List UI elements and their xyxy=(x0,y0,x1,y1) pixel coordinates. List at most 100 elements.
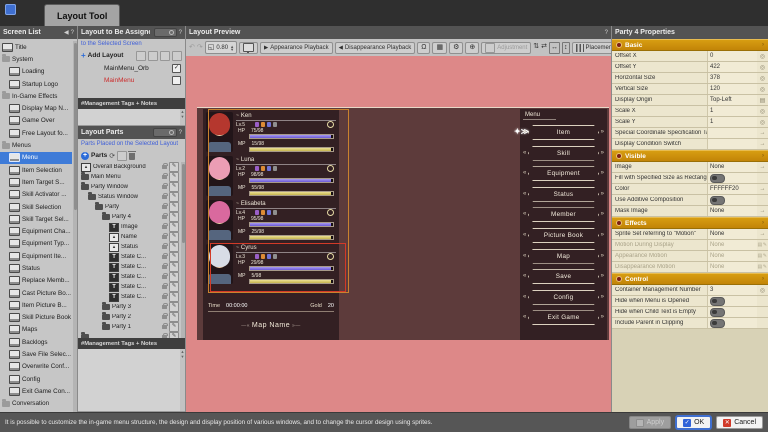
screen-list-item[interactable]: Equipment Ite... xyxy=(0,250,72,262)
menu-button[interactable]: « Exit Game » xyxy=(523,310,604,325)
screen-list-item[interactable]: Title xyxy=(0,41,72,53)
toggle-switch[interactable] xyxy=(710,173,725,183)
party-member-card[interactable]: ~ Ken Lv.5 HP 75/98 MP 15/98 xyxy=(203,111,339,155)
cancel-button[interactable]: ✕ Cancel xyxy=(716,416,763,429)
parts-tree-row[interactable]: State C... xyxy=(78,262,185,272)
align-icon[interactable] xyxy=(533,42,539,54)
property-control-icon[interactable] xyxy=(757,53,768,60)
property-row[interactable]: Motion During Display None xyxy=(612,240,768,251)
party-member-card[interactable]: ~ Elisabeta Lv.4 HP 95/98 MP 25/98 xyxy=(203,199,339,243)
property-row[interactable]: Appearance Motion None xyxy=(612,251,768,262)
menu-button[interactable]: « Member » xyxy=(523,207,604,222)
screen-list-item[interactable]: Equipment Typ... xyxy=(0,238,72,250)
screen-list-item[interactable]: Replace Memb... xyxy=(0,275,72,287)
edit-icon[interactable] xyxy=(169,292,179,302)
lock-icon[interactable] xyxy=(162,272,168,279)
lock-icon[interactable] xyxy=(162,252,168,259)
lock-icon[interactable] xyxy=(162,202,168,209)
parts-tree-row[interactable]: Status Window xyxy=(78,192,185,202)
screen-list-item[interactable]: Item Selection xyxy=(0,164,72,176)
edit-icon[interactable] xyxy=(169,262,179,272)
screen-list-item[interactable]: Maps xyxy=(0,324,72,336)
property-control-icon[interactable] xyxy=(757,253,768,259)
property-row[interactable]: Fill with Specified Size as Rectangle xyxy=(612,173,768,184)
screen-list-item[interactable]: Equipment Cha... xyxy=(0,225,72,237)
window-tab[interactable]: Layout Tool xyxy=(44,4,121,26)
party-member-card[interactable]: ~ Cyrus Lv.3 HP 29/98 MP 5/98 xyxy=(203,243,339,287)
menu-button[interactable]: « Map » xyxy=(523,249,604,264)
property-value[interactable]: None xyxy=(710,253,724,259)
property-value[interactable]: 120 xyxy=(710,86,720,92)
party-window[interactable]: ~ Ken Lv.5 HP 75/98 MP 15/98 ~ Luna Lv.2… xyxy=(203,109,349,340)
menu-button[interactable]: « Picture Book » xyxy=(523,228,604,243)
property-row[interactable]: Sprite Set referring to "Motion" None xyxy=(612,229,768,240)
menu-button[interactable]: « Status » xyxy=(523,187,604,202)
display-mode-button[interactable] xyxy=(239,41,259,54)
layout-row[interactable]: MainMenu xyxy=(78,74,185,86)
edit-icon[interactable] xyxy=(169,332,179,338)
management-tags-notes[interactable]: ▲ ▼ xyxy=(78,109,185,126)
property-row[interactable]: Hide when Child Text is Empty xyxy=(612,307,768,318)
toolbar-icon-button[interactable] xyxy=(449,41,464,54)
section-header[interactable]: Effects › xyxy=(612,217,768,229)
screen-list-item[interactable]: Cast Picture Bo... xyxy=(0,287,72,299)
align-icon[interactable] xyxy=(541,42,547,54)
property-control-icon[interactable] xyxy=(757,75,768,82)
add-layout-button[interactable]: Add Layout xyxy=(88,52,124,59)
lock-icon[interactable] xyxy=(162,172,168,179)
screen-list-item[interactable]: System xyxy=(0,53,72,65)
property-row[interactable]: Container Management Number 3 xyxy=(612,285,768,296)
property-control-icon[interactable] xyxy=(757,97,768,104)
property-row[interactable]: Include Parent in Clipping xyxy=(612,318,768,329)
toolbar-icon-button[interactable] xyxy=(432,41,448,54)
property-row[interactable]: Use Additive Composition xyxy=(612,195,768,206)
section-header[interactable]: Control › xyxy=(612,273,768,285)
search-input[interactable] xyxy=(152,128,177,137)
lock-icon[interactable] xyxy=(162,262,168,269)
screen-list-item[interactable]: Save File Selec... xyxy=(0,348,72,360)
parts-tree-row[interactable]: Party 2 xyxy=(78,312,185,322)
parts-tree-row[interactable]: Overall Background xyxy=(78,162,185,172)
property-value[interactable]: 1 xyxy=(710,119,713,125)
property-control-icon[interactable] xyxy=(757,64,768,71)
parts-tree-row[interactable]: State C... xyxy=(78,252,185,262)
property-row[interactable]: Scale Y 1 xyxy=(612,117,768,128)
parts-tree-row[interactable]: Name xyxy=(78,232,185,242)
property-value[interactable]: 0 xyxy=(710,53,713,59)
layout-visible-checkbox[interactable] xyxy=(172,75,181,85)
edit-icon[interactable] xyxy=(169,192,179,202)
property-value[interactable]: 378 xyxy=(710,75,720,81)
toggle-switch[interactable] xyxy=(710,296,725,306)
menu-button[interactable]: « Item » xyxy=(523,125,604,140)
edit-icon[interactable] xyxy=(169,162,179,172)
screen-list-item[interactable]: Skill Selection xyxy=(0,201,72,213)
add-parts-button[interactable]: Parts xyxy=(91,152,107,159)
edit-icon[interactable] xyxy=(169,272,179,282)
toolbar-icon-button[interactable] xyxy=(465,41,480,54)
property-control-icon[interactable] xyxy=(757,242,768,248)
toolbar-icon-button[interactable] xyxy=(417,41,431,54)
edit-icon[interactable] xyxy=(169,212,179,222)
lock-icon[interactable] xyxy=(162,182,168,189)
property-row[interactable]: Offset X 0 xyxy=(612,51,768,62)
refresh-icon[interactable] xyxy=(109,152,115,160)
screen-list-item[interactable]: Free Layout fo... xyxy=(0,127,72,139)
management-tags-header[interactable]: #Management Tags + Notes xyxy=(78,338,185,349)
lock-icon[interactable] xyxy=(162,322,168,329)
menu-button[interactable]: « Skill » xyxy=(523,146,604,161)
adjustment-button[interactable]: Adjustment xyxy=(481,41,532,54)
screen-list-item[interactable]: Startup Logo xyxy=(0,78,72,90)
parts-tree-row[interactable]: Main Menu xyxy=(78,172,185,182)
search-input[interactable] xyxy=(154,28,177,37)
property-control-icon[interactable] xyxy=(757,119,768,126)
help-icon[interactable]: ? xyxy=(179,130,182,136)
preview-canvas[interactable]: ~ Ken Lv.5 HP 75/98 MP 15/98 ~ Luna Lv.2… xyxy=(186,56,611,412)
align-icon[interactable] xyxy=(562,41,570,54)
property-row[interactable]: Mask Image None xyxy=(612,206,768,217)
parts-tree-row[interactable]: State C... xyxy=(78,292,185,302)
disappearance-playback-button[interactable]: Disappearance Playback xyxy=(334,41,416,54)
property-row[interactable]: Special Coordinate Specification Tag xyxy=(612,128,768,139)
property-control-icon[interactable] xyxy=(757,130,768,136)
property-row[interactable]: Horizontal Size 378 xyxy=(612,73,768,84)
property-row[interactable]: Color FFFFFF20 xyxy=(612,184,768,195)
